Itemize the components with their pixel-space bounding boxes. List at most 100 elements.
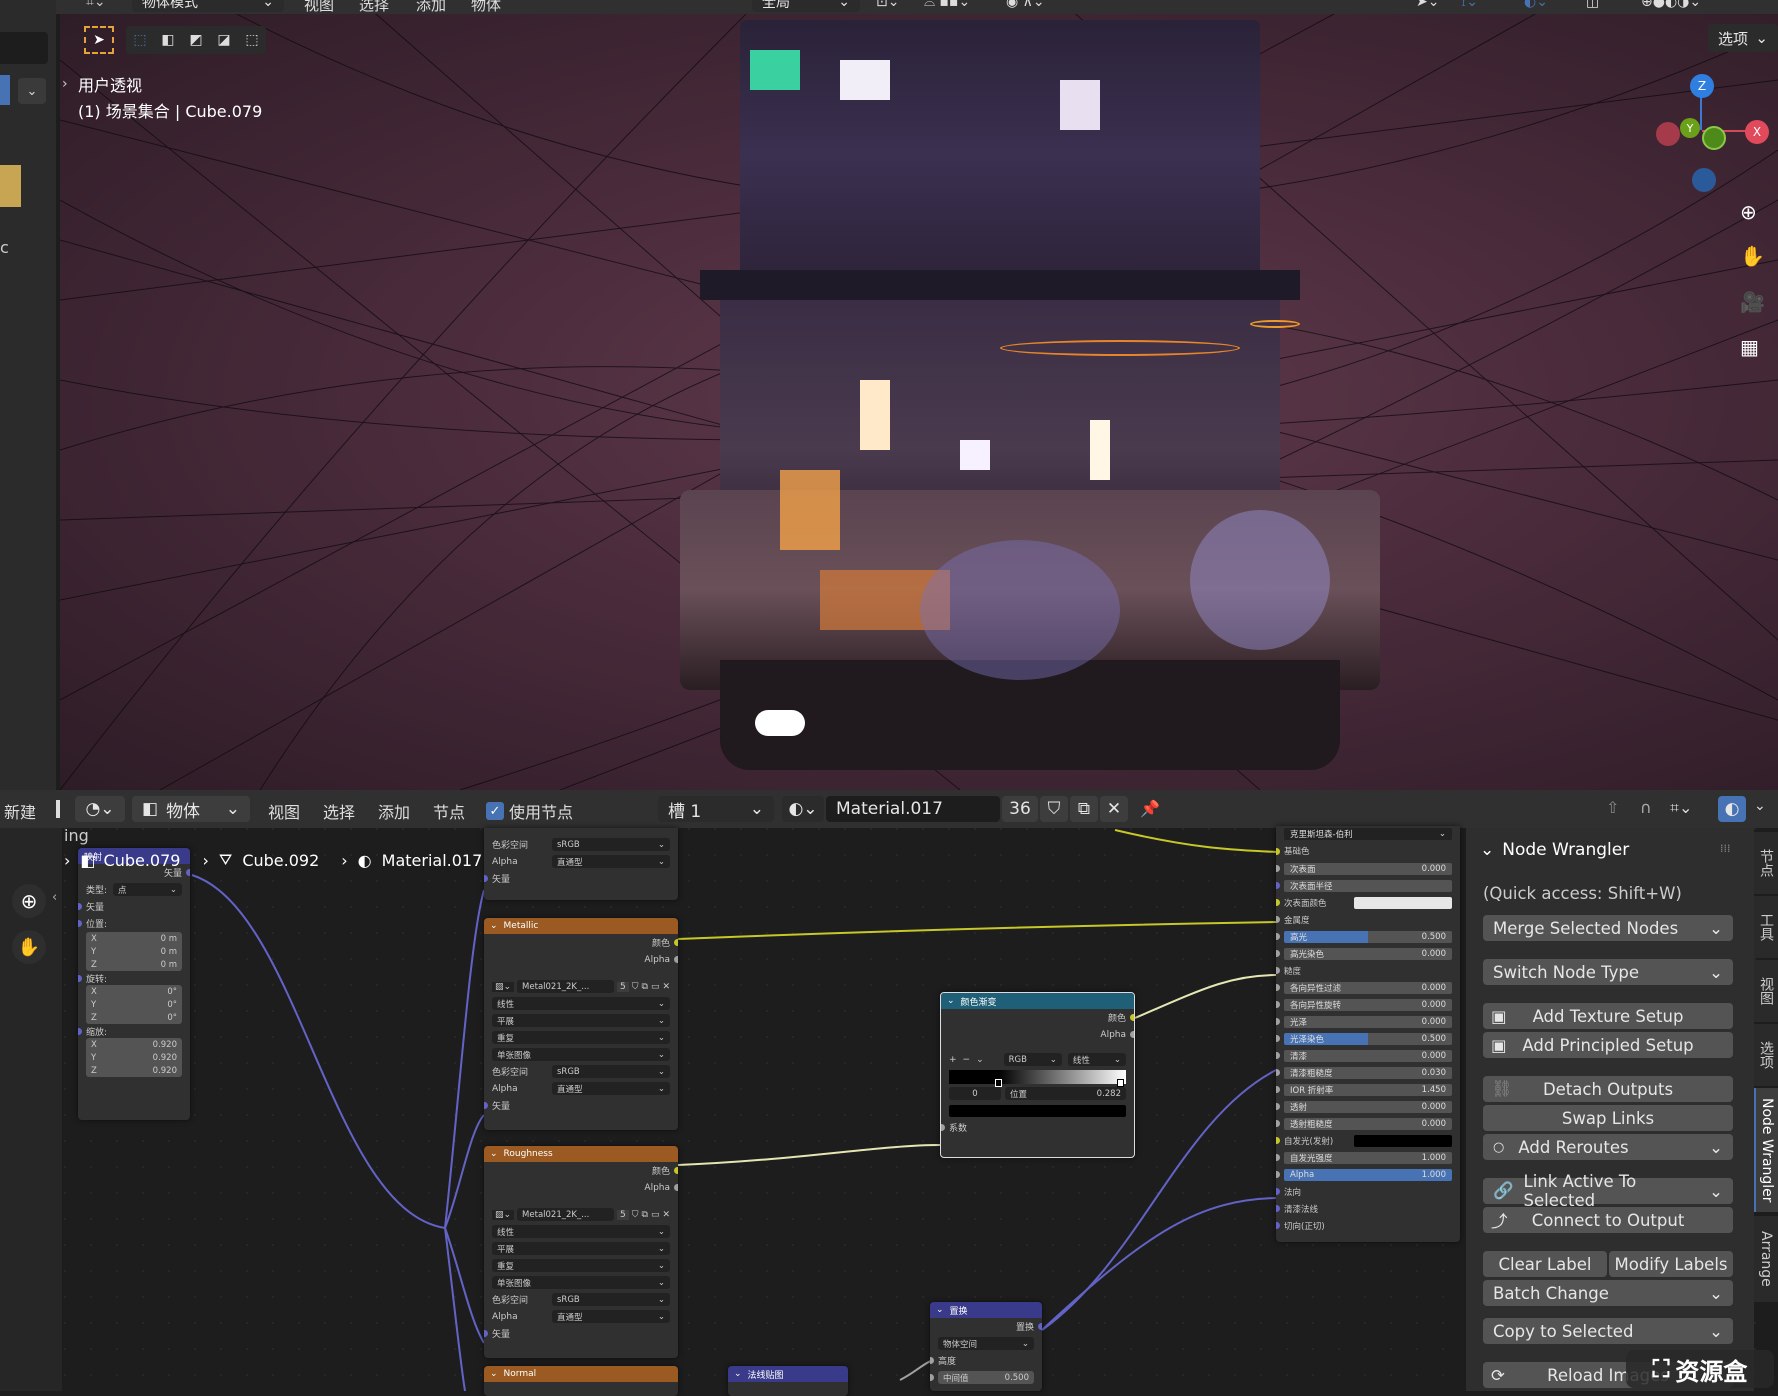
projection-dropdown[interactable]: 平展 ⌄ — [492, 1014, 670, 1027]
breadcrumb-object[interactable]: Cube.079 — [104, 851, 181, 870]
socket-alpha-out[interactable] — [674, 1184, 678, 1191]
extension-dropdown[interactable]: 重复 ⌄ — [492, 1031, 670, 1044]
object-mode-dropdown[interactable]: 物体模式 ⌄ — [132, 0, 284, 12]
texture-node-header[interactable]: ⌄ Metallic — [484, 918, 678, 934]
chevron-right-icon[interactable]: › — [62, 76, 68, 92]
image-icon[interactable]: ▨⌄ — [492, 981, 515, 992]
viewport-left-field[interactable] — [0, 32, 48, 64]
interpolation-dropdown[interactable]: 线性 ⌄ — [1067, 1053, 1127, 1066]
socket-vector-in[interactable] — [78, 903, 82, 910]
projection-dropdown[interactable]: 平展 ⌄ — [492, 1242, 670, 1255]
displacement-node[interactable]: ⌄ 置换 置换 物体空间 ⌄ 高度 中间值 0.500 — [930, 1302, 1042, 1391]
gizmo-neg-x-icon[interactable] — [1656, 122, 1680, 146]
socket-input[interactable] — [1276, 1001, 1280, 1008]
socket-color-out[interactable] — [1130, 1014, 1134, 1021]
input-slider[interactable]: 高光染色 0.000 — [1284, 947, 1452, 960]
displacement-header[interactable]: ⌄ 置换 — [930, 1302, 1042, 1318]
socket-base-color[interactable] — [1276, 847, 1280, 855]
socket-vector-in[interactable] — [484, 875, 488, 882]
socket-height-in[interactable] — [930, 1357, 934, 1364]
principled-bsdf-node[interactable]: 克里斯坦森-伯利 ⌄ 基础色 次表面 0.000 次表面半径 次表面颜色 金属度 高光 0.5… — [1276, 826, 1460, 1242]
type-dropdown[interactable]: 点 ⌄ — [113, 883, 182, 896]
input-slider[interactable]: 光泽 0.000 — [1284, 1015, 1452, 1028]
snap-icon[interactable]: ⌓ ▪▪⌄ — [924, 0, 970, 10]
alpha-dropdown[interactable]: 直通型 ⌄ — [552, 855, 670, 868]
socket-alpha-out[interactable] — [1130, 1031, 1134, 1038]
input-slider[interactable]: 各向异性过滤 0.000 — [1284, 981, 1452, 994]
space-dropdown[interactable]: 物体空间 ⌄ — [938, 1337, 1034, 1350]
stop-index-field[interactable]: 0 — [949, 1087, 1001, 1100]
menu-object[interactable]: 物体 — [471, 0, 501, 15]
stop-position-field[interactable]: 位置 0.282 — [1005, 1087, 1126, 1100]
color-swatch[interactable] — [1354, 1134, 1452, 1147]
socket-input[interactable] — [1276, 1205, 1280, 1212]
socket-mid-in[interactable] — [930, 1374, 934, 1381]
source-dropdown[interactable]: 单张图像 ⌄ — [492, 1048, 670, 1061]
viewport-left-button[interactable] — [0, 75, 10, 105]
color-swatch[interactable] — [1354, 896, 1452, 909]
input-slider[interactable]: 清漆 0.000 — [1284, 1049, 1452, 1062]
image-name-field[interactable]: Metal021_2K_... — [517, 1208, 614, 1221]
chevron-down-icon[interactable]: ⌄ — [18, 78, 46, 104]
mapping-rot-field[interactable]: Z 0° — [86, 1011, 182, 1024]
xray-icon[interactable]: ◫ — [1586, 0, 1599, 10]
mapping-node[interactable]: 映射 矢量 类型: 点 ⌄ 矢量 位置: X0 mY0 mZ0 m 旋转: X 0° Y… — [78, 848, 190, 1120]
gizmo-neg-y-icon[interactable] — [1702, 126, 1726, 150]
colorspace-dropdown[interactable]: sRGB ⌄ — [552, 1065, 670, 1078]
socket-input[interactable] — [1276, 1222, 1280, 1229]
select-mode-group[interactable]: ⬚ ◧ ◩ ◪ ⬚ — [126, 26, 266, 54]
socket-color-out[interactable] — [674, 939, 678, 946]
socket-fac-in[interactable] — [941, 1124, 945, 1131]
normal-map-node[interactable]: ⌄ 法线贴图 — [728, 1366, 848, 1396]
pan-hand-icon[interactable]: ✋ — [1740, 244, 1765, 268]
breadcrumb-material[interactable]: Material.017 — [382, 851, 483, 870]
socket-input[interactable] — [1276, 916, 1280, 923]
zoom-icon[interactable]: ⊕ — [1740, 200, 1757, 224]
socket-input[interactable] — [1276, 899, 1280, 906]
colorspace-dropdown[interactable]: sRGB ⌄ — [552, 1293, 670, 1306]
viewport-3d[interactable]: 用户透视 (1) 场景集合 | Cube.079 › — [60, 0, 1778, 790]
duplicate-icon[interactable]: ⧉ — [642, 982, 648, 992]
socket-input[interactable] — [1276, 865, 1280, 872]
socket-input[interactable] — [1276, 1120, 1280, 1127]
colorspace-dropdown[interactable]: sRGB ⌄ — [552, 838, 670, 851]
input-slider[interactable]: Alpha 1.000 — [1284, 1168, 1452, 1181]
input-slider[interactable]: 自发光强度 1.000 — [1284, 1151, 1452, 1164]
input-slider[interactable]: 清漆粗糙度 0.030 — [1284, 1066, 1452, 1079]
socket-input[interactable] — [1276, 1171, 1280, 1178]
close-icon[interactable]: ✕ — [662, 1210, 670, 1220]
mapping-rot-field[interactable]: X 0° — [86, 985, 182, 998]
camera-icon[interactable]: 🎥 — [1740, 290, 1765, 314]
normal-texture-node[interactable]: ⌄ Normal — [484, 1366, 678, 1396]
image-users[interactable]: 5 — [617, 1209, 629, 1220]
socket-input[interactable] — [1276, 882, 1280, 889]
color-mode-dropdown[interactable]: RGB ⌄ — [1003, 1053, 1062, 1066]
orientation-dropdown[interactable]: 全局 ⌄ — [752, 0, 860, 12]
image-texture-node[interactable]: ⌄ Metallic 颜色 Alpha ▨⌄ Metal021_2K_... 5 ⛉ ⧉ ▭ ✕ 线性… — [484, 918, 678, 1130]
midlevel-field[interactable]: 中间值 0.500 — [938, 1371, 1034, 1384]
socket-input[interactable] — [1276, 1069, 1280, 1076]
normal-node-header[interactable]: ⌄ Normal — [484, 1366, 678, 1382]
shield-icon[interactable]: ⛉ — [632, 982, 639, 992]
input-slider[interactable]: 透射粗糙度 0.000 — [1284, 1117, 1452, 1130]
stop-color-swatch[interactable] — [949, 1104, 1126, 1117]
editor-type-icon[interactable]: ⌗⌄ — [86, 0, 106, 10]
select-new-icon[interactable]: ⬚ — [133, 32, 146, 48]
alpha-dropdown[interactable]: 直通型 ⌄ — [552, 1310, 670, 1323]
socket-displace-out[interactable] — [1038, 1323, 1042, 1330]
interpolation-dropdown[interactable]: 线性 ⌄ — [492, 1225, 670, 1238]
socket-input[interactable] — [1276, 1154, 1280, 1161]
socket-alpha-out[interactable] — [674, 956, 678, 963]
menu-select[interactable]: 选择 — [359, 0, 389, 15]
socket-location[interactable] — [78, 920, 82, 927]
socket-input[interactable] — [1276, 950, 1280, 957]
socket-input[interactable] — [1276, 1188, 1280, 1195]
pivot-icon[interactable]: ⊡⌄ — [876, 0, 899, 10]
folder-icon[interactable]: ▭ — [651, 1210, 660, 1220]
gizmo-x-icon[interactable]: X — [1745, 120, 1769, 144]
socket-vector-in[interactable] — [484, 1330, 488, 1337]
select-invert-icon[interactable]: ◪ — [217, 32, 230, 48]
duplicate-icon[interactable]: ⧉ — [642, 1210, 648, 1220]
socket-color-out[interactable] — [674, 1167, 678, 1174]
shading-modes-icon[interactable]: ⊕●◐◑⌄ — [1641, 0, 1701, 10]
